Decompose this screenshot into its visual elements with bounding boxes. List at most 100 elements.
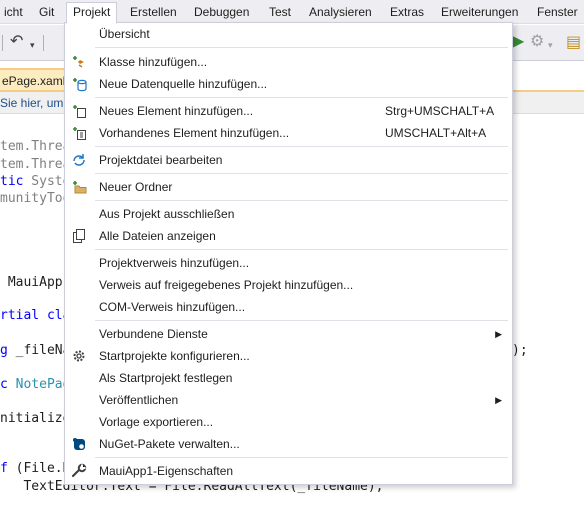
code-line-4: munityToo bbox=[0, 190, 70, 207]
toolbar-divider bbox=[2, 35, 3, 51]
menu-separator bbox=[95, 200, 508, 201]
undo-icon[interactable]: ↶ bbox=[10, 34, 23, 50]
menu-erweiterungen[interactable]: Erweiterungen bbox=[435, 3, 524, 21]
menu-item-verbundene-dienste[interactable]: Verbundene Dienste ▶ bbox=[65, 323, 512, 345]
show-all-files-icon bbox=[71, 228, 87, 244]
menu-git[interactable]: Git bbox=[33, 3, 60, 21]
menu-item-label: Alle Dateien anzeigen bbox=[99, 229, 216, 243]
code-token: f bbox=[0, 461, 8, 476]
menu-item-aus-projekt-ausschliessen[interactable]: Aus Projekt ausschließen bbox=[65, 203, 512, 225]
menu-item-eigenschaften[interactable]: MauiApp1-Eigenschaften bbox=[65, 460, 512, 482]
gear-icon bbox=[71, 348, 87, 364]
menu-separator bbox=[95, 146, 508, 147]
menu-item-verweis-freigegebenes-projekt[interactable]: Verweis auf freigegebenes Projekt hinzuf… bbox=[65, 274, 512, 296]
menu-projekt[interactable]: Projekt bbox=[66, 2, 118, 24]
code-token: nitialize bbox=[0, 411, 71, 426]
new-folder-icon bbox=[71, 179, 87, 195]
code-token: (File.R bbox=[7, 461, 71, 476]
menu-item-label: Übersicht bbox=[99, 27, 150, 41]
code-line-5: MauiApp1 bbox=[0, 274, 71, 291]
hot-reload-icon[interactable]: ⚙ bbox=[530, 34, 544, 50]
menu-item-neuer-ordner[interactable]: Neuer Ordner bbox=[65, 176, 512, 198]
menu-analysieren[interactable]: Analysieren bbox=[303, 3, 378, 21]
code-token: tem.Threa bbox=[0, 139, 71, 154]
menu-item-klasse-hinzufuegen[interactable]: Klasse hinzufügen... bbox=[65, 51, 512, 73]
code-line-6: rtial cla bbox=[0, 307, 70, 324]
menu-separator bbox=[95, 249, 508, 250]
menu-debuggen[interactable]: Debuggen bbox=[188, 3, 255, 21]
menu-item-shortcut: Strg+UMSCHALT+A bbox=[385, 104, 495, 118]
menu-item-label: Verweis auf freigegebenes Projekt hinzuf… bbox=[99, 278, 354, 292]
code-token: _fileNa bbox=[7, 343, 71, 358]
menu-item-label: COM-Verweis hinzufügen... bbox=[99, 300, 246, 314]
menu-item-vorlage-exportieren[interactable]: Vorlage exportieren... bbox=[65, 411, 512, 433]
menu-ansicht[interactable]: icht bbox=[0, 3, 29, 21]
code-line-3: tic Syste bbox=[0, 173, 70, 190]
code-token: munityToo bbox=[0, 191, 71, 206]
code-token: MauiApp1 bbox=[0, 275, 71, 290]
run-icon[interactable]: ▶ bbox=[512, 34, 524, 50]
menu-bar: icht Git Projekt Erstellen Debuggen Test… bbox=[0, 0, 584, 24]
menu-separator bbox=[95, 457, 508, 458]
menu-item-alle-dateien-anzeigen[interactable]: Alle Dateien anzeigen bbox=[65, 225, 512, 247]
code-line-2: tem.Threa bbox=[0, 156, 70, 173]
menu-item-label: Vorlage exportieren... bbox=[99, 415, 214, 429]
menu-item-label: NuGet-Pakete verwalten... bbox=[99, 437, 240, 451]
code-token: NotePag bbox=[7, 377, 71, 392]
menu-separator bbox=[95, 97, 508, 98]
menu-item-nuget-pakete[interactable]: NuGet-Pakete verwalten... bbox=[65, 433, 512, 455]
hot-reload-dropdown-icon[interactable]: ▾ bbox=[548, 37, 553, 53]
menu-item-label: Verbundene Dienste bbox=[99, 327, 208, 341]
code-token: tic bbox=[0, 174, 24, 189]
menu-item-label: Als Startprojekt festlegen bbox=[99, 371, 233, 385]
code-token: rtial bbox=[0, 308, 40, 323]
menu-item-label: Aus Projekt ausschließen bbox=[99, 207, 235, 221]
edit-project-icon bbox=[71, 152, 87, 168]
folder-icon[interactable]: ▤ bbox=[566, 35, 581, 51]
menu-separator bbox=[95, 173, 508, 174]
projekt-menu: Übersicht Klasse hinzufügen... Neue Date… bbox=[64, 22, 513, 485]
wrench-icon bbox=[71, 463, 87, 479]
menu-fenster[interactable]: Fenster bbox=[531, 3, 584, 21]
menu-item-veroeffentlichen[interactable]: Veröffentlichen ▶ bbox=[65, 389, 512, 411]
code-line-7-end: ); bbox=[512, 343, 528, 358]
menu-test[interactable]: Test bbox=[263, 3, 297, 21]
menu-item-neue-datenquelle[interactable]: Neue Datenquelle hinzufügen... bbox=[65, 73, 512, 95]
menu-item-uebersicht[interactable]: Übersicht bbox=[65, 23, 512, 45]
code-line-10: f (File.R bbox=[0, 460, 70, 477]
submenu-arrow-icon: ▶ bbox=[495, 395, 502, 405]
menu-erstellen[interactable]: Erstellen bbox=[124, 3, 183, 21]
menu-item-label: Neue Datenquelle hinzufügen... bbox=[99, 77, 268, 91]
new-item-icon bbox=[71, 103, 87, 119]
add-datasource-icon bbox=[71, 76, 87, 92]
menu-item-label: Projektverweis hinzufügen... bbox=[99, 256, 250, 270]
menu-item-als-startprojekt[interactable]: Als Startprojekt festlegen bbox=[65, 367, 512, 389]
code-line-7: g _fileNa bbox=[0, 342, 70, 359]
menu-item-label: Klasse hinzufügen... bbox=[99, 55, 208, 69]
toolbar-divider bbox=[43, 35, 44, 51]
code-line-1: tem.Threa bbox=[0, 138, 70, 155]
menu-item-label: MauiApp1-Eigenschaften bbox=[99, 464, 234, 478]
menu-item-label: Vorhandenes Element hinzufügen... bbox=[99, 126, 290, 140]
menu-item-shortcut: UMSCHALT+Alt+A bbox=[385, 126, 487, 140]
menu-item-neues-element[interactable]: Neues Element hinzufügen... Strg+UMSCHAL… bbox=[65, 100, 512, 122]
menu-item-com-verweis[interactable]: COM-Verweis hinzufügen... bbox=[65, 296, 512, 318]
menu-item-projektverweis[interactable]: Projektverweis hinzufügen... bbox=[65, 252, 512, 274]
menu-item-label: Projektdatei bearbeiten bbox=[99, 153, 223, 167]
code-line-8: c NotePag bbox=[0, 376, 70, 393]
menu-item-startprojekte-konfigurieren[interactable]: Startprojekte konfigurieren... bbox=[65, 345, 512, 367]
menu-item-label: Startprojekte konfigurieren... bbox=[99, 349, 250, 363]
menu-extras[interactable]: Extras bbox=[384, 3, 430, 21]
code-line-9: nitialize bbox=[0, 410, 70, 427]
existing-item-icon bbox=[71, 125, 87, 141]
menu-item-projektdatei-bearbeiten[interactable]: Projektdatei bearbeiten bbox=[65, 149, 512, 171]
menu-item-label: Neues Element hinzufügen... bbox=[99, 104, 254, 118]
code-token: g bbox=[0, 343, 8, 358]
submenu-arrow-icon: ▶ bbox=[495, 329, 502, 339]
code-token: tem.Threa bbox=[0, 157, 71, 172]
menu-separator bbox=[95, 320, 508, 321]
add-class-icon bbox=[71, 54, 87, 70]
menu-item-vorhandenes-element[interactable]: Vorhandenes Element hinzufügen... UMSCHA… bbox=[65, 122, 512, 144]
undo-dropdown-icon[interactable]: ▾ bbox=[30, 37, 35, 53]
code-token: c bbox=[0, 377, 8, 392]
